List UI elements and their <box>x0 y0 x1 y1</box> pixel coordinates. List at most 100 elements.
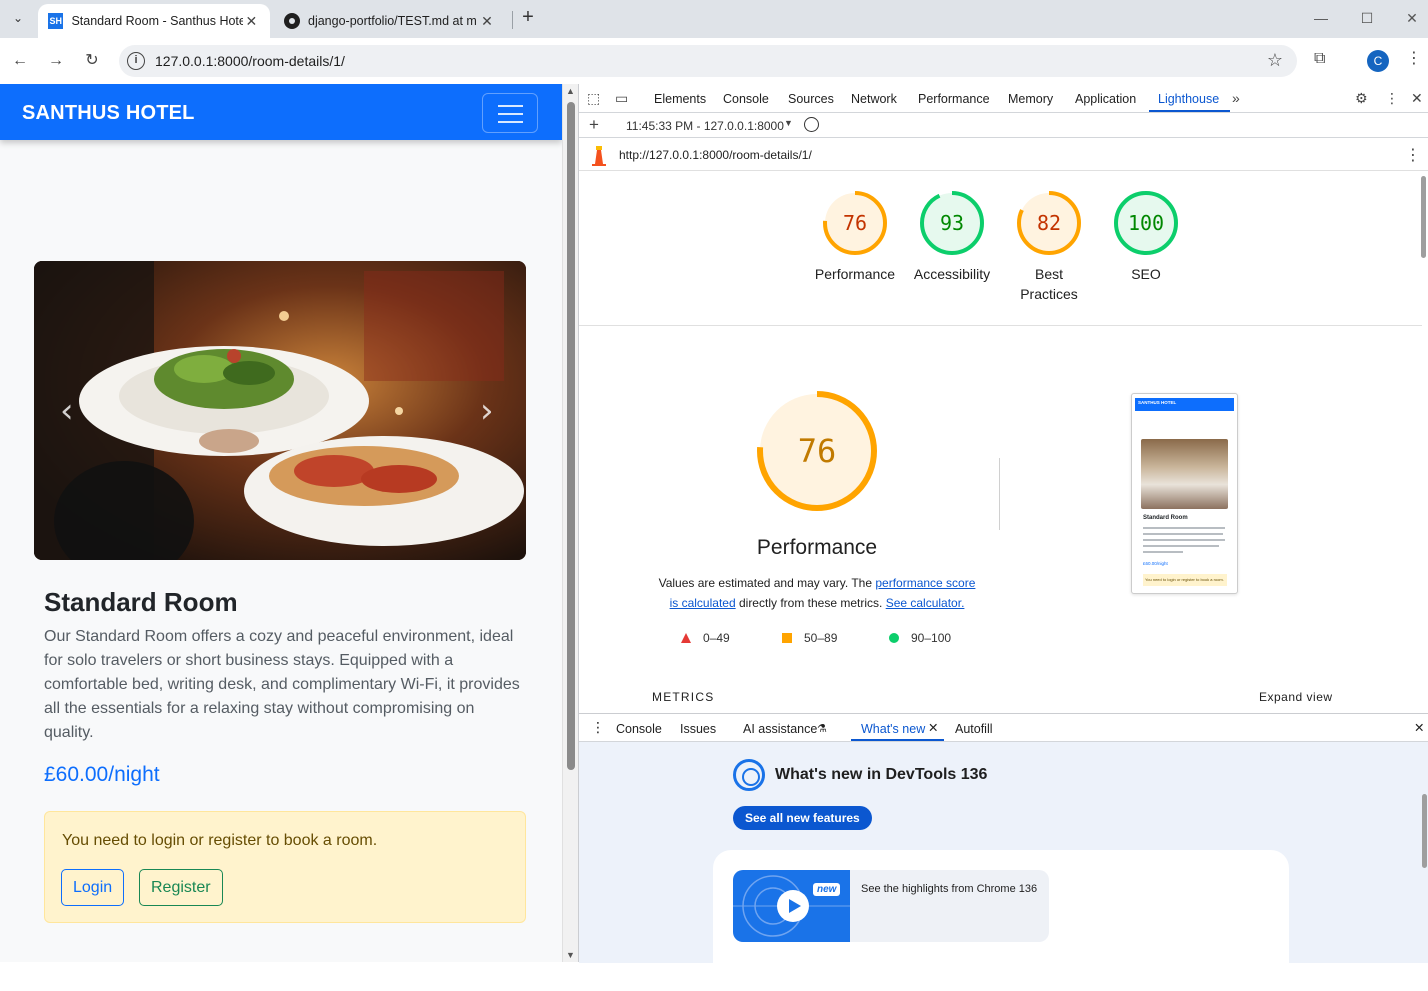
web-page: SANTHUS HOTEL ‹ › Standard Room Our Stan… <box>0 84 562 962</box>
play-icon[interactable] <box>777 890 809 922</box>
register-button[interactable]: Register <box>139 869 223 906</box>
close-icon[interactable]: ✕ <box>243 13 260 30</box>
report-scrollbar[interactable] <box>1420 172 1428 712</box>
gauge-ring: 93 <box>920 191 984 255</box>
new-badge: new <box>813 883 841 896</box>
note-text: directly from these metrics. <box>735 596 886 610</box>
drawer-tab-console[interactable]: Console <box>616 722 662 736</box>
vertical-divider <box>999 458 1000 530</box>
site-favicon: SH <box>48 13 64 29</box>
see-calculator-link[interactable]: See calculator. <box>886 596 965 610</box>
tab-search-chevron-icon[interactable]: ⌄ <box>6 6 30 30</box>
inspect-element-icon[interactable]: ⬚ <box>587 90 600 107</box>
final-screenshot-thumbnail[interactable]: SANTHUS HOTEL Standard Room £60.00/night… <box>1131 393 1238 594</box>
highlights-video[interactable]: new See the highlights from Chrome 136 <box>733 870 1049 942</box>
tab-sources[interactable]: Sources <box>788 92 834 106</box>
close-drawer-icon[interactable]: ✕ <box>1414 720 1424 735</box>
carousel-next-icon[interactable]: › <box>480 391 494 431</box>
flask-icon: ⚗ <box>817 723 827 735</box>
triangle-icon <box>681 633 691 643</box>
chrome-menu-icon[interactable]: ⋮ <box>1406 48 1422 68</box>
device-toolbar-icon[interactable]: ▭ <box>615 90 628 107</box>
drawer-tab-whats-new[interactable]: What's new <box>861 722 925 736</box>
close-devtools-icon[interactable]: ✕ <box>1411 90 1423 107</box>
navbar-toggler-icon[interactable] <box>482 93 538 133</box>
login-button[interactable]: Login <box>61 869 125 906</box>
site-navbar: SANTHUS HOTEL <box>0 84 562 140</box>
active-drawer-tab-indicator <box>851 739 944 741</box>
github-icon <box>284 13 300 29</box>
url-text[interactable]: 127.0.0.1:8000/room-details/1/ <box>155 53 345 69</box>
see-all-features-button[interactable]: See all new features <box>733 806 872 830</box>
gauge-score: 93 <box>940 211 964 235</box>
gauge-seo[interactable]: 100 SEO <box>1098 190 1194 284</box>
site-brand[interactable]: SANTHUS HOTEL <box>22 102 195 125</box>
drawer-tab-ai-assistance[interactable]: AI assistance <box>743 722 817 736</box>
close-icon[interactable]: ✕ <box>478 13 496 30</box>
legend-range: 90–100 <box>911 631 952 645</box>
tab-elements[interactable]: Elements <box>654 92 706 106</box>
note-text: Values are estimated and may vary. The <box>658 576 876 590</box>
thumb-title: Standard Room <box>1143 515 1188 521</box>
gauge-ring: 76 <box>823 191 887 255</box>
scrollbar-thumb[interactable] <box>567 102 575 770</box>
forward-arrow-icon[interactable]: → <box>44 49 68 73</box>
maximize-icon[interactable]: ☐ <box>1352 6 1382 30</box>
tab-github[interactable]: django-portfolio/TEST.md at m ✕ <box>274 4 506 38</box>
tab-memory[interactable]: Memory <box>1008 92 1053 106</box>
extensions-puzzle-icon[interactable]: ⧉ <box>1314 50 1325 68</box>
window-close-icon[interactable]: ✕ <box>1397 6 1427 30</box>
metrics-heading: METRICS <box>652 690 715 704</box>
report-menu-icon[interactable]: ⋮ <box>1405 145 1421 165</box>
clear-reports-icon[interactable] <box>804 117 819 132</box>
bookmark-star-icon[interactable]: ☆ <box>1267 50 1283 71</box>
square-icon <box>782 633 792 643</box>
back-arrow-icon[interactable]: ← <box>8 49 32 73</box>
browser-toolbar: ← → ↻ i 127.0.0.1:8000/room-details/1/ ☆ <box>0 38 1428 84</box>
minimize-icon[interactable]: — <box>1306 6 1336 30</box>
profile-avatar[interactable]: C <box>1367 50 1389 72</box>
settings-gear-icon[interactable]: ⚙ <box>1355 90 1368 107</box>
page-scrollbar[interactable]: ▲ ▼ <box>562 84 578 962</box>
expand-view-toggle[interactable]: Expand view <box>1259 690 1333 704</box>
report-url[interactable]: http://127.0.0.1:8000/room-details/1/ <box>619 148 812 162</box>
tab-network[interactable]: Network <box>851 92 897 106</box>
site-info-icon[interactable]: i <box>127 52 145 70</box>
scroll-up-icon[interactable]: ▲ <box>566 86 575 96</box>
address-bar[interactable]: i 127.0.0.1:8000/room-details/1/ ☆ <box>119 45 1297 77</box>
tab-performance[interactable]: Performance <box>918 92 990 106</box>
carousel-prev-icon[interactable]: ‹ <box>60 391 74 431</box>
drawer-tab-autofill[interactable]: Autofill <box>955 722 993 736</box>
tab-lighthouse[interactable]: Lighthouse <box>1158 92 1219 106</box>
drawer-scrollbar[interactable] <box>1421 770 1428 991</box>
legend-fail: 0–49 <box>681 631 730 645</box>
legend-range: 50–89 <box>804 631 838 645</box>
gauge-performance[interactable]: 76 Performance <box>807 190 903 284</box>
reload-icon[interactable]: ↻ <box>80 49 104 73</box>
tab-separator <box>512 11 513 29</box>
tab-console[interactable]: Console <box>723 92 769 106</box>
gauge-accessibility[interactable]: 93 Accessibility <box>904 190 1000 284</box>
close-tab-icon[interactable]: ✕ <box>928 720 938 735</box>
drawer-menu-icon[interactable]: ⋮ <box>591 719 605 736</box>
new-report-plus-icon[interactable]: + <box>589 115 599 135</box>
more-tabs-chevron-icon[interactable]: » <box>1232 90 1240 106</box>
thumb-brand: SANTHUS HOTEL <box>1138 400 1177 405</box>
tab-standard-room[interactable]: SH Standard Room - Santhus Hotel ✕ <box>38 4 270 38</box>
drawer-tab-issues[interactable]: Issues <box>680 722 716 736</box>
room-title: Standard Room <box>44 587 238 617</box>
whats-new-title: What's new in DevTools 136 <box>775 766 988 783</box>
performance-title: Performance <box>756 536 878 559</box>
new-tab-plus-icon[interactable]: + <box>516 6 540 30</box>
scroll-down-icon[interactable]: ▼ <box>566 950 575 960</box>
tab-application[interactable]: Application <box>1075 92 1136 106</box>
report-selector[interactable]: 11:45:33 PM - 127.0.0.1:8000 <box>626 119 784 133</box>
circle-icon <box>889 633 899 643</box>
report-dropdown-icon[interactable]: ▼ <box>784 118 793 128</box>
gauge-best-practices[interactable]: 82 Best Practices <box>1001 190 1097 304</box>
video-thumbnail: new <box>733 870 850 942</box>
devtools-tab-bar: ⬚ ▭ Elements Console Sources Network Per… <box>579 84 1428 113</box>
gauge-score: 100 <box>1128 211 1164 235</box>
legend-range: 0–49 <box>703 631 730 645</box>
devtools-menu-icon[interactable]: ⋮ <box>1385 90 1399 107</box>
